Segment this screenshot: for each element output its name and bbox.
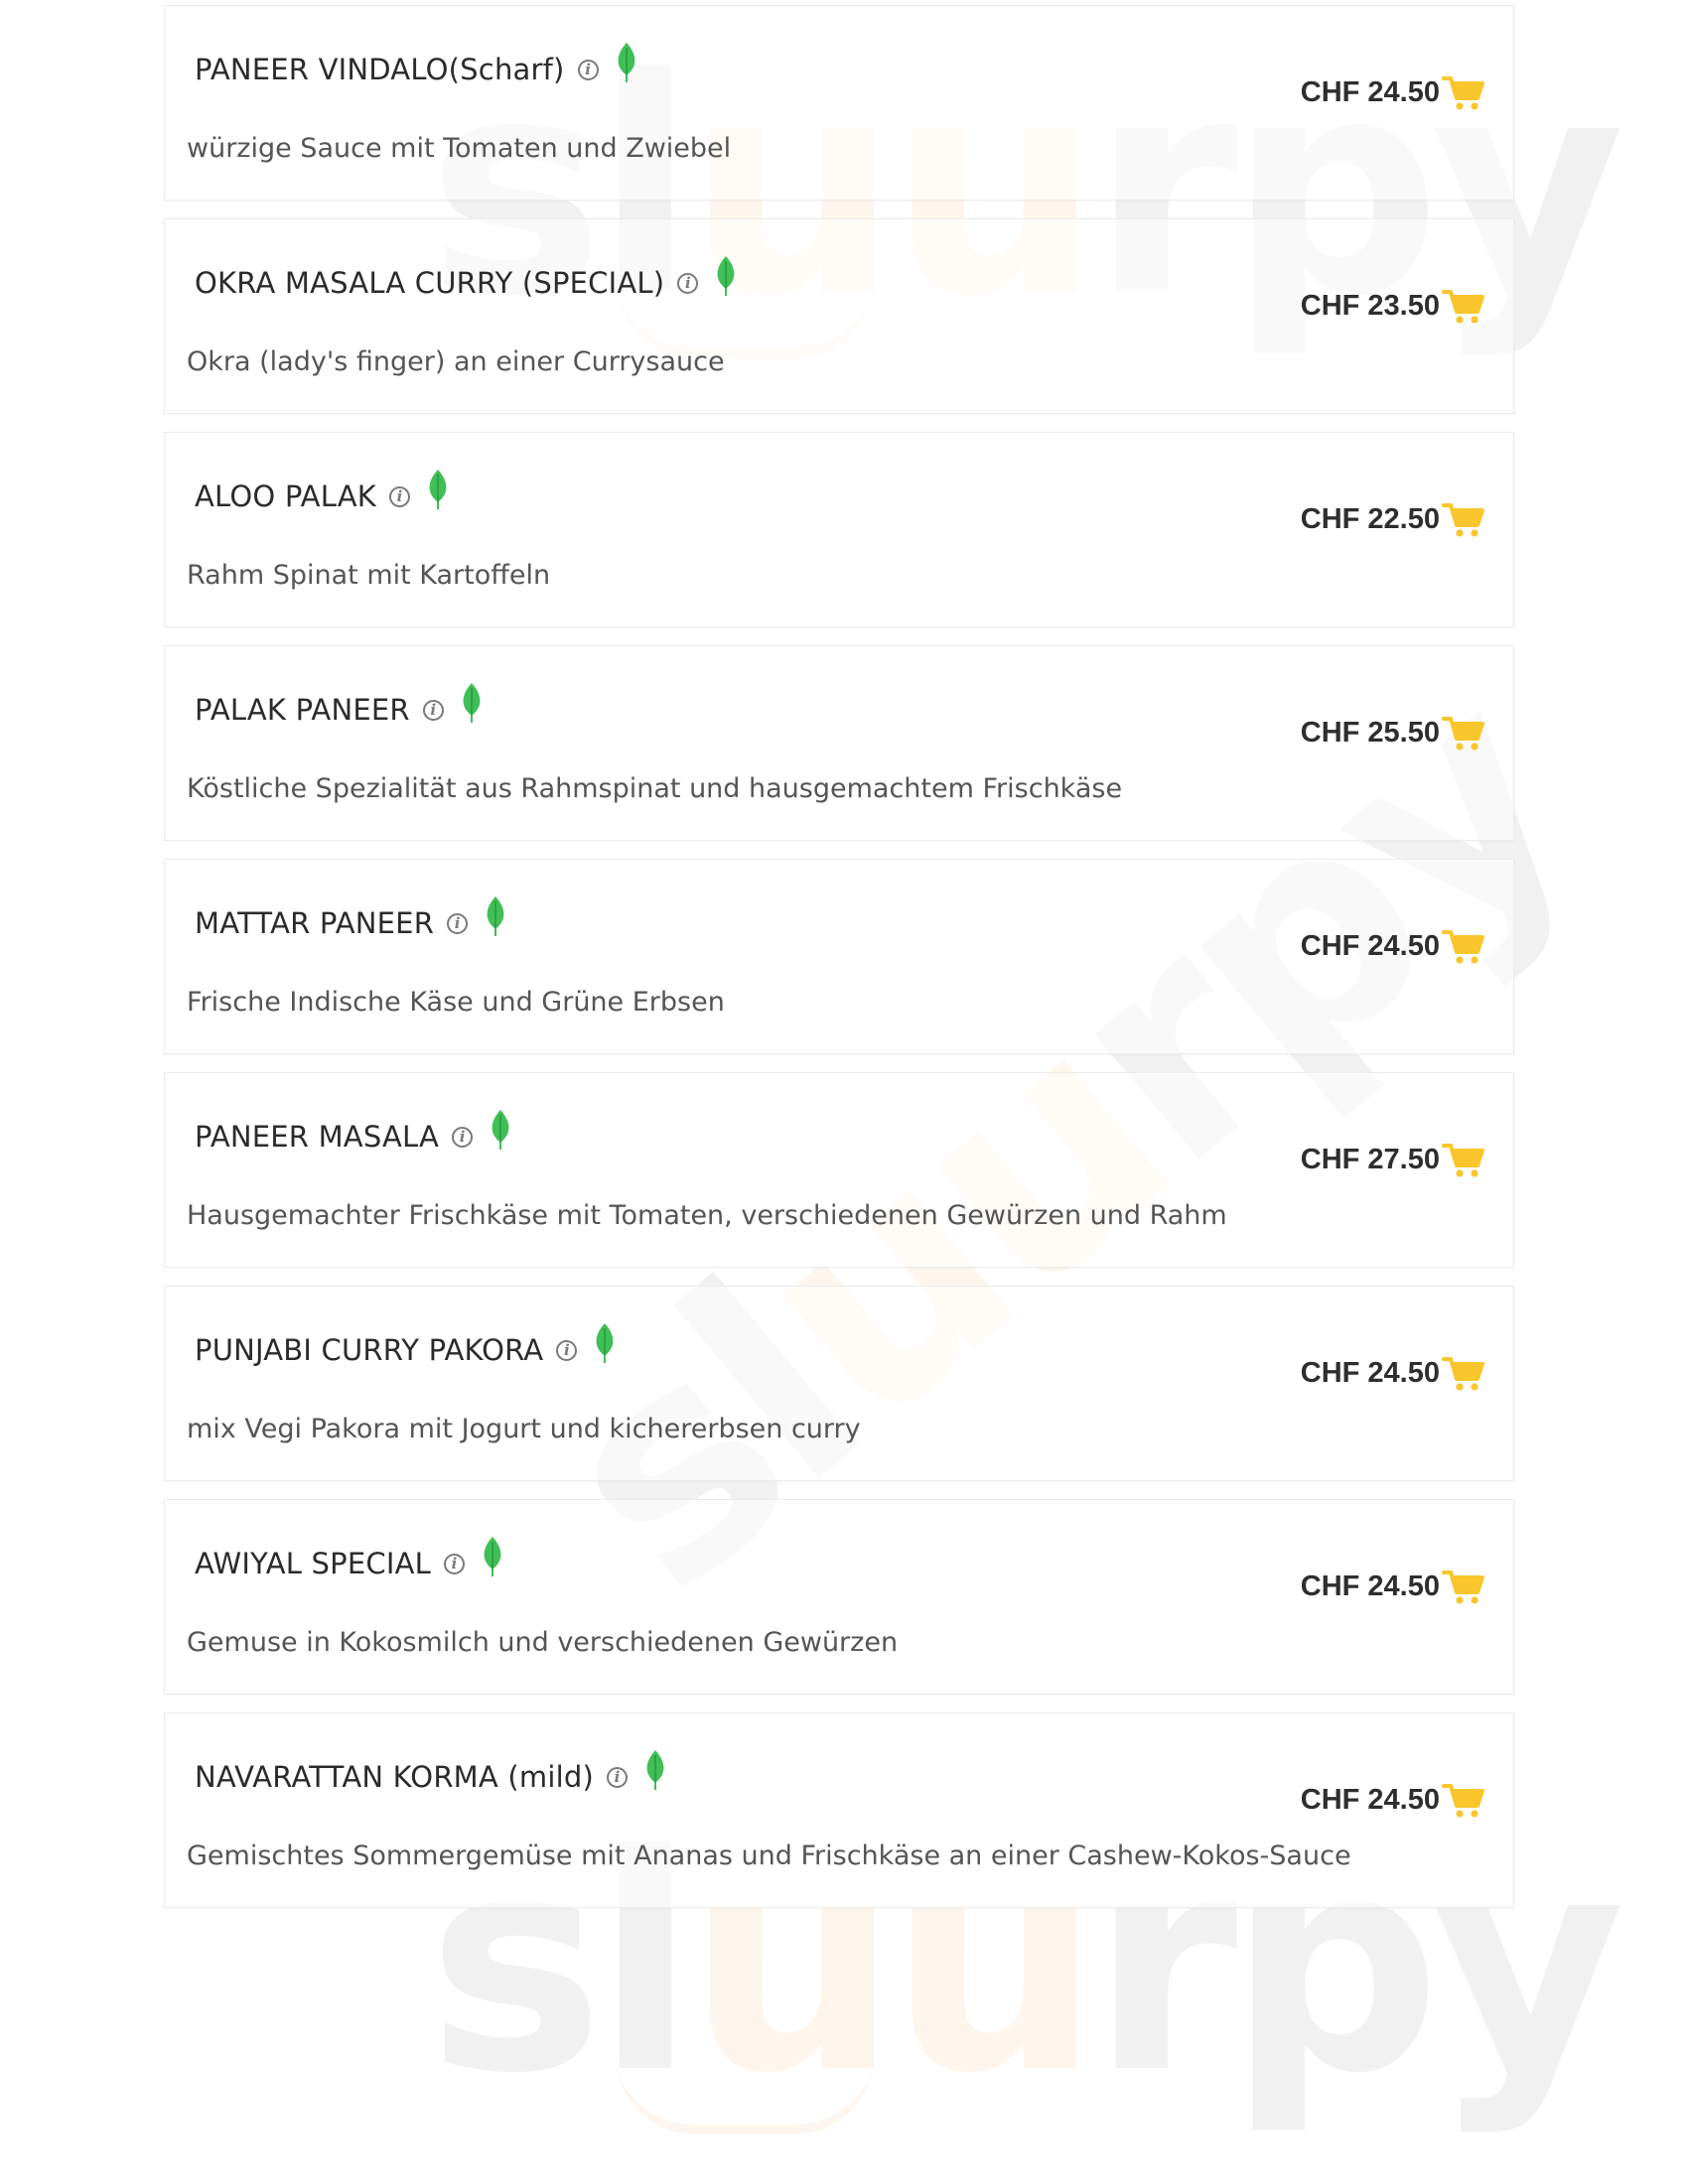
leaf-icon	[463, 683, 481, 723]
dish-name: NAVARATTAN KORMA (mild)	[195, 1760, 594, 1794]
dish-description: Rahm Spinat mit Kartoffeln	[187, 560, 551, 591]
price-area: CHF 24.50	[1301, 1778, 1485, 1822]
leaf-icon	[487, 896, 504, 936]
dish-name: OKRA MASALA CURRY (SPECIAL)	[195, 266, 665, 300]
dish-description: Gemischtes Sommergemüse mit Ananas und F…	[187, 1841, 1351, 1871]
dish-name: PALAK PANEER	[195, 693, 410, 727]
item-header: OKRA MASALA CURRY (SPECIAL) i	[195, 256, 740, 303]
info-circle-icon[interactable]: i	[422, 699, 444, 721]
dish-description: Hausgemachter Frischkäse mit Tomaten, ve…	[187, 1200, 1227, 1231]
price-area: CHF 24.50	[1301, 1351, 1485, 1395]
price: CHF 24.50	[1300, 1356, 1440, 1389]
dish-name: PANEER MASALA	[195, 1120, 440, 1154]
menu-item[interactable]: ALOO PALAK i Rahm Spinat mit Kartoffeln …	[164, 432, 1514, 627]
info-circle-icon[interactable]: i	[606, 1766, 628, 1788]
price-area: CHF 24.50	[1301, 1565, 1485, 1608]
dish-name: PANEER VINDALO(Scharf)	[195, 53, 565, 86]
dish-description: Gemuse in Kokosmilch und verschiedenen G…	[187, 1627, 899, 1658]
item-header: MATTAR PANEER i	[195, 896, 509, 943]
menu-item[interactable]: PANEER VINDALO(Scharf) i würzige Sauce m…	[164, 5, 1514, 201]
price-area: CHF 23.50	[1301, 284, 1485, 328]
item-header: PANEER VINDALO(Scharf) i	[195, 43, 640, 89]
dish-name: ALOO PALAK	[195, 479, 376, 513]
dish-description: würzige Sauce mit Tomaten und Zwiebel	[187, 133, 732, 164]
price: CHF 24.50	[1300, 75, 1440, 108]
shopping-cart-icon[interactable]	[1442, 70, 1485, 114]
price: CHF 23.50	[1300, 289, 1440, 322]
dish-description: Köstliche Spezialität aus Rahmspinat und…	[187, 773, 1123, 804]
info-circle-icon[interactable]: i	[443, 1553, 465, 1574]
shopping-cart-icon[interactable]	[1442, 1138, 1485, 1181]
dish-description: mix Vegi Pakora mit Jogurt und kichererb…	[187, 1414, 861, 1444]
item-header: NAVARATTAN KORMA (mild) i	[195, 1750, 669, 1797]
shopping-cart-icon[interactable]	[1442, 1351, 1485, 1395]
menu-item[interactable]: OKRA MASALA CURRY (SPECIAL) i Okra (lady…	[164, 218, 1514, 414]
menu-list: PANEER VINDALO(Scharf) i würzige Sauce m…	[164, 5, 1514, 1926]
price-area: CHF 22.50	[1301, 497, 1485, 541]
menu-item[interactable]: PUNJABI CURRY PAKORA i mix Vegi Pakora m…	[164, 1286, 1514, 1481]
info-circle-icon[interactable]: i	[388, 485, 410, 507]
price: CHF 25.50	[1300, 716, 1440, 749]
item-header: PANEER MASALA i	[195, 1110, 514, 1157]
item-header: PUNJABI CURRY PAKORA i	[195, 1323, 619, 1370]
shopping-cart-icon[interactable]	[1442, 1778, 1485, 1822]
item-header: PALAK PANEER i	[195, 683, 486, 730]
dish-name: AWIYAL SPECIAL	[195, 1547, 431, 1580]
dish-name: PUNJABI CURRY PAKORA	[195, 1333, 544, 1367]
leaf-icon	[717, 256, 735, 296]
leaf-icon	[618, 43, 634, 82]
leaf-icon	[429, 470, 447, 509]
shopping-cart-icon[interactable]	[1442, 284, 1485, 328]
leaf-icon	[596, 1323, 614, 1363]
price: CHF 24.50	[1300, 1570, 1440, 1602]
menu-item[interactable]: PALAK PANEER i Köstliche Spezialität aus…	[164, 645, 1514, 841]
item-header: ALOO PALAK i	[195, 470, 452, 516]
price: CHF 22.50	[1300, 502, 1440, 535]
menu-item[interactable]: AWIYAL SPECIAL i Gemuse in Kokosmilch un…	[164, 1499, 1514, 1695]
dish-description: Frische Indische Käse und Grüne Erbsen	[187, 987, 725, 1018]
price-area: CHF 25.50	[1301, 711, 1485, 754]
menu-item[interactable]: PANEER MASALA i Hausgemachter Frischkäse…	[164, 1072, 1514, 1268]
price-area: CHF 24.50	[1301, 70, 1485, 114]
info-circle-icon[interactable]: i	[452, 1126, 474, 1148]
leaf-icon	[646, 1750, 664, 1790]
shopping-cart-icon[interactable]	[1442, 497, 1485, 541]
info-circle-icon[interactable]: i	[556, 1339, 578, 1361]
price: CHF 24.50	[1300, 1783, 1440, 1816]
price-area: CHF 27.50	[1301, 1138, 1485, 1181]
price-area: CHF 24.50	[1301, 924, 1485, 968]
price: CHF 24.50	[1300, 929, 1440, 962]
info-circle-icon[interactable]: i	[447, 912, 469, 934]
leaf-icon	[492, 1110, 509, 1150]
dish-name: MATTAR PANEER	[195, 906, 435, 940]
menu-item[interactable]: MATTAR PANEER i Frische Indische Käse un…	[164, 859, 1514, 1054]
dish-description: Okra (lady's finger) an einer Currysauce	[187, 346, 725, 377]
info-circle-icon[interactable]: i	[577, 59, 599, 80]
menu-item[interactable]: NAVARATTAN KORMA (mild) i Gemischtes Som…	[164, 1712, 1514, 1908]
shopping-cart-icon[interactable]	[1442, 1565, 1485, 1608]
shopping-cart-icon[interactable]	[1442, 711, 1485, 754]
price: CHF 27.50	[1300, 1143, 1440, 1175]
shopping-cart-icon[interactable]	[1442, 924, 1485, 968]
watermark-smile	[616, 2055, 874, 2134]
item-header: AWIYAL SPECIAL i	[195, 1537, 506, 1583]
leaf-icon	[484, 1537, 501, 1576]
info-circle-icon[interactable]: i	[677, 272, 699, 294]
